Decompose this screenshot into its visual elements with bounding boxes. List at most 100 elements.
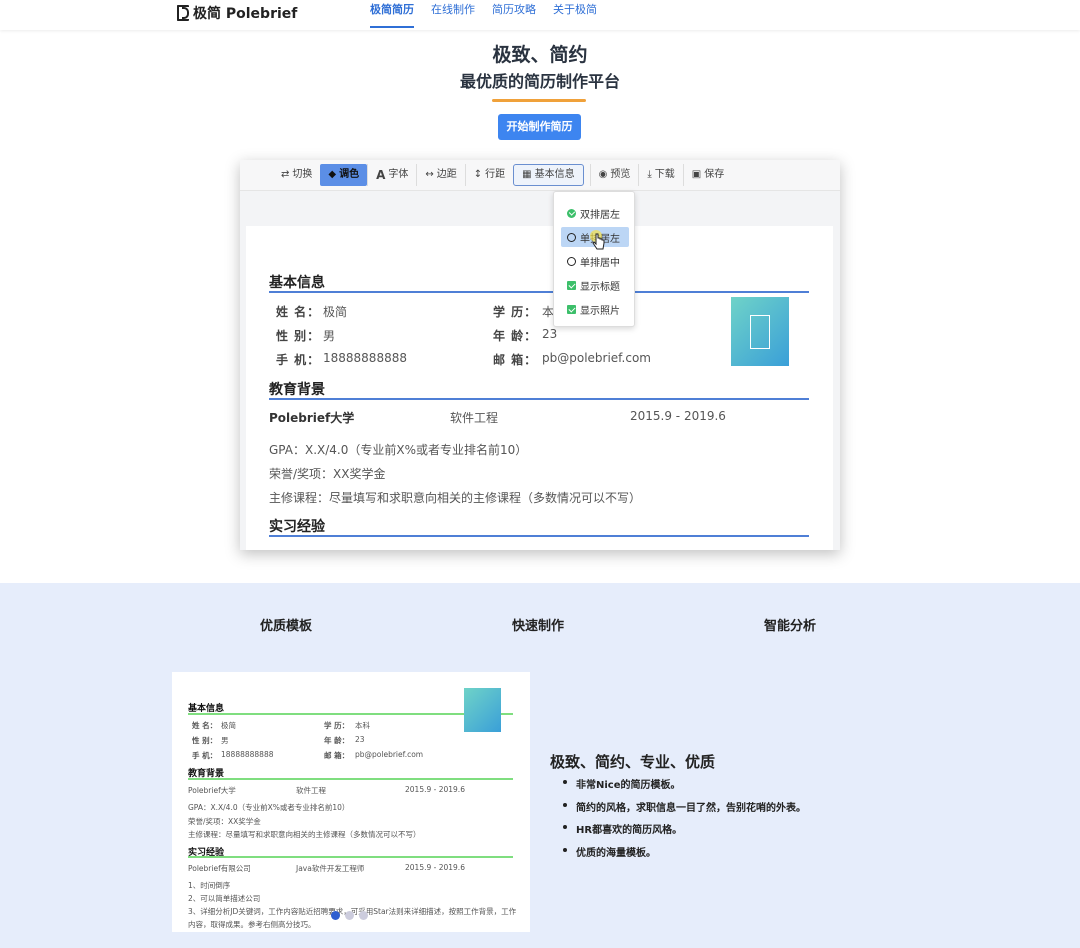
swap-icon: ⇄: [281, 169, 290, 180]
mini-phone: 18888888888: [221, 750, 274, 759]
nav-link-guide[interactable]: 简历攻略: [492, 0, 536, 28]
toolbar-preview[interactable]: ◉ 预览: [589, 164, 639, 186]
menu-item-show-title[interactable]: 显示标题: [561, 275, 629, 295]
toolbar-save[interactable]: ▣ 保存: [682, 164, 732, 186]
description-point: 优质的海量模板。: [563, 844, 806, 867]
mini-line-1: 1、时间倒序: [188, 881, 231, 890]
nav-link-online[interactable]: 在线制作: [431, 0, 475, 28]
menu-item-two-col-left[interactable]: 双排居左: [561, 203, 629, 223]
feature-fast: 快速制作: [512, 619, 565, 634]
description-point: 非常Nice的简历模板。: [563, 776, 806, 799]
description-list: 非常Nice的简历模板。 简约的风格，求职信息一目了然，告别花哨的外表。 HR都…: [563, 776, 806, 866]
section-education: 教育背景: [269, 382, 325, 398]
menu-item-one-col-center[interactable]: 单排居中: [561, 251, 629, 271]
mini-edu: 本科: [355, 721, 370, 730]
carousel-dot-1[interactable]: [331, 911, 340, 920]
description-title: 极致、简约、专业、优质: [550, 753, 716, 771]
hero-underline: [492, 99, 586, 102]
basic-info-dropdown: 双排居左 单排居左 单排居中 显示标题 显示照片: [553, 191, 635, 327]
mini-rule: [188, 778, 513, 780]
features-section: 优质模板 快速制作 智能分析 基本信息 姓 名： 极简 学 历： 本科 性 别：…: [0, 583, 1080, 948]
editor-demo: ⇄ 切换 ◆ 调色 A 字体 ↔ 边距 ↕ 行距 ▦ 基本信息 ◉ 预览 ⤓ 下载 ▣ 保存 基本…: [240, 160, 840, 550]
template-preview[interactable]: 基本信息 姓 名： 极简 学 历： 本科 性 别： 男 年 龄： 23 手 机：…: [172, 672, 530, 932]
mini-line-4: 内容，取得成果。参考右侧高分技巧。: [188, 920, 316, 929]
gpa-text: GPA：X.X/4.0（专业前X%或者专业排名前10）: [269, 443, 528, 457]
mini-line-2: 2、可以简单描述公司: [188, 894, 261, 903]
door-logo-icon: [750, 314, 770, 349]
mini-photo: [464, 688, 501, 732]
feature-templates: 优质模板: [260, 619, 313, 634]
description-point: HR都喜欢的简历风格。: [563, 821, 806, 844]
mini-job: Java软件开发工程师: [296, 864, 365, 873]
mini-email-label: 邮 箱：: [324, 751, 350, 760]
mini-company: Polebrief有限公司: [188, 864, 251, 873]
circle-icon: [567, 256, 576, 266]
font-icon: A: [376, 168, 386, 182]
logo[interactable]: 极简 Polebrief: [177, 3, 297, 23]
table-icon: ▦: [522, 169, 532, 180]
age-label: 年 龄：: [493, 329, 538, 343]
download-icon: ⤓: [647, 169, 652, 180]
logo-text: 极简 Polebrief: [193, 6, 298, 22]
nav-link-about[interactable]: 关于极简: [553, 0, 597, 28]
save-icon: ▣: [691, 169, 702, 180]
toolbar-line-height[interactable]: ↕ 行距: [464, 164, 513, 186]
resume-photo: [731, 297, 789, 366]
mini-gender-label: 性 别：: [192, 736, 218, 745]
mini-honor: 荣誉/奖项：XX奖学金: [188, 817, 261, 826]
phone-label: 手 机：: [276, 353, 321, 367]
carousel-dots: [331, 911, 368, 920]
mini-edu-label: 学 历：: [324, 721, 350, 730]
section-rule: [269, 535, 809, 537]
edu-label: 学 历：: [493, 305, 538, 319]
logo-icon: [177, 5, 189, 21]
mini-school: Polebrief大学: [188, 786, 236, 795]
carousel-dot-2[interactable]: [345, 911, 354, 920]
hand-cursor-icon: [590, 230, 605, 250]
menu-item-show-photo[interactable]: 显示照片: [561, 299, 629, 319]
start-button[interactable]: 开始制作简历: [498, 114, 581, 140]
gender-label: 性 别：: [276, 329, 321, 343]
phone-value: 18888888888: [323, 351, 407, 365]
circle-icon: [567, 232, 576, 242]
courses-text: 主修课程：尽量填写和求职意向相关的主修课程（多数情况可以不写）: [269, 491, 642, 505]
toolbar-margin[interactable]: ↔ 边距: [416, 164, 464, 186]
arrows-vertical-icon: ↕: [473, 169, 483, 180]
checkbox-icon: [567, 280, 576, 290]
mini-major: 软件工程: [296, 786, 326, 795]
top-nav: 极简 Polebrief 极简简历 在线制作 简历攻略 关于极简: [0, 0, 1080, 30]
description-point: 简约的风格，求职信息一目了然，告别花哨的外表。: [563, 799, 806, 822]
mini-email: pb@polebrief.com: [355, 750, 424, 759]
name-value: 极简: [323, 305, 348, 319]
nav-link-home[interactable]: 极简简历: [370, 0, 414, 28]
section-internship: 实习经验: [269, 519, 325, 535]
name-label: 姓 名：: [276, 305, 321, 319]
feature-analysis: 智能分析: [764, 619, 817, 634]
honor-text: 荣誉/奖项：XX奖学金: [269, 467, 386, 481]
check-circle-icon: [567, 208, 576, 218]
section-basic-info: 基本信息: [269, 275, 325, 291]
toolbar-basic-info[interactable]: ▦ 基本信息: [513, 164, 584, 186]
age-value: 23: [542, 327, 558, 341]
arrows-horizontal-icon: ↔: [425, 169, 434, 180]
paint-bucket-icon: ◆: [328, 169, 337, 180]
toolbar-color[interactable]: ◆ 调色: [320, 164, 368, 186]
toolbar-font[interactable]: A 字体: [367, 164, 416, 186]
section-rule: [269, 398, 809, 400]
toolbar-switch[interactable]: ⇄ 切换: [273, 164, 320, 186]
mini-name-label: 姓 名：: [192, 721, 218, 730]
toolbar-download[interactable]: ⤓ 下载: [638, 164, 682, 186]
resume-paper: 基本信息 姓 名： 极简 学 历： 本 性 别： 男 年 龄： 23 手 机： …: [246, 226, 833, 550]
mini-courses: 主修课程：尽量填写和求职意向相关的主修课程（多数情况可以不写）: [188, 830, 421, 839]
editor-toolbar: ⇄ 切换 ◆ 调色 A 字体 ↔ 边距 ↕ 行距 ▦ 基本信息 ◉ 预览 ⤓ 下载 ▣ 保存: [240, 160, 840, 191]
school-name: Polebrief大学: [269, 411, 355, 425]
hero-subtitle: 最优质的简历制作平台: [459, 72, 620, 91]
mini-name: 极简: [221, 721, 236, 730]
mini-job-period: 2015.9 - 2019.6: [405, 863, 465, 872]
email-value: pb@polebrief.com: [542, 351, 651, 365]
mini-period: 2015.9 - 2019.6: [405, 785, 465, 794]
carousel-dot-3[interactable]: [359, 911, 368, 920]
eye-icon: ◉: [598, 169, 608, 180]
gender-value: 男: [323, 329, 336, 343]
mini-age-label: 年 龄：: [324, 736, 350, 745]
